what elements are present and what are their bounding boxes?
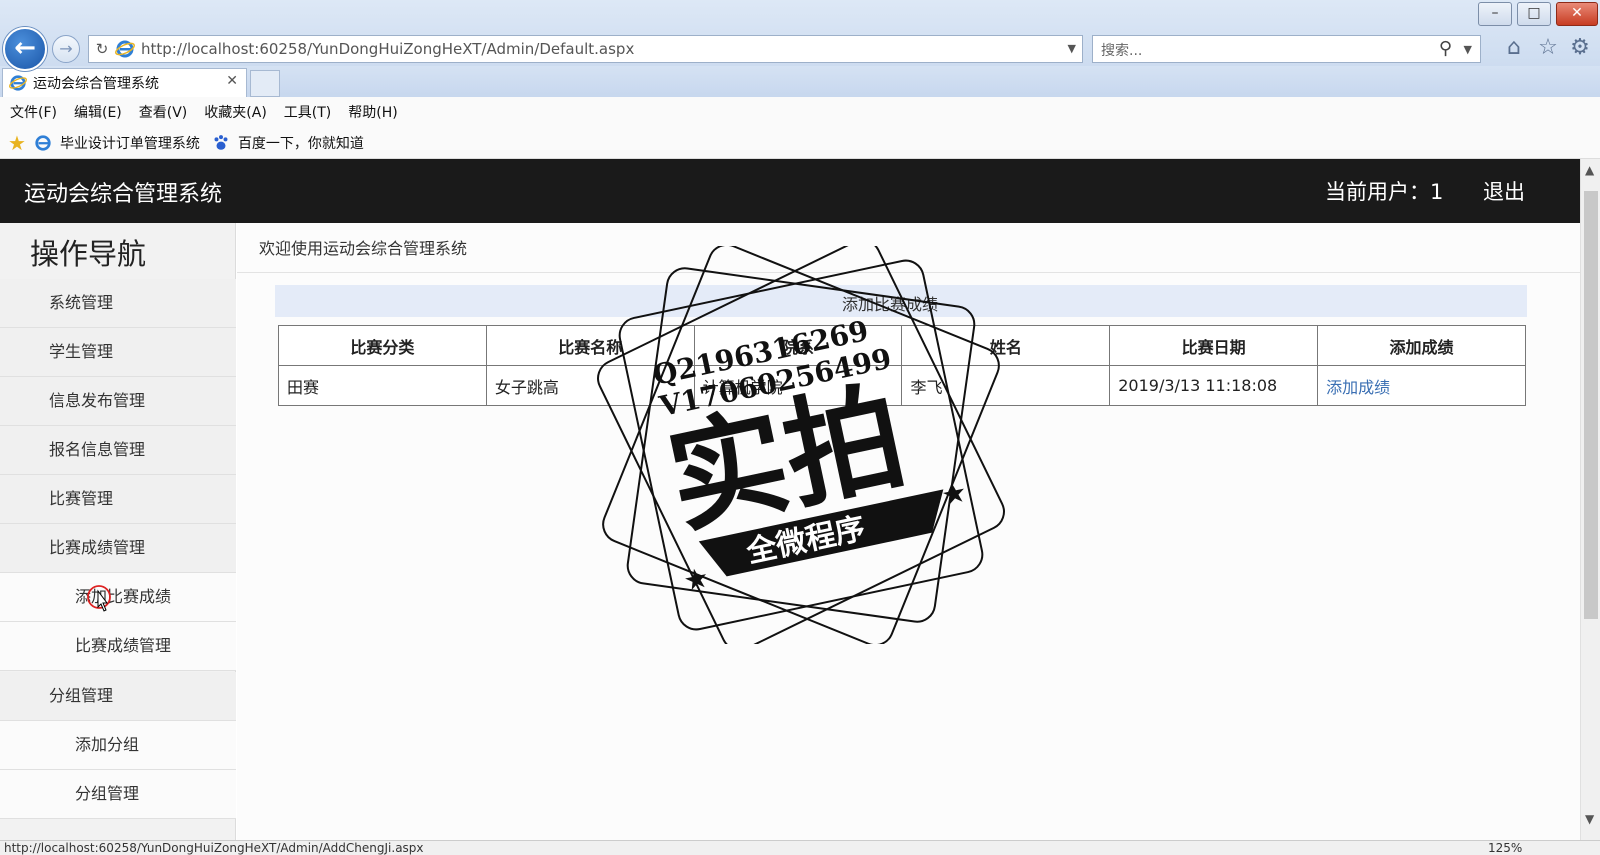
cell-add-score: 添加成绩: [1317, 365, 1526, 406]
favorite-link-1-label: 毕业设计订单管理系统: [59, 135, 200, 152]
site-title: 运动会综合管理系统: [24, 182, 223, 207]
search-icon[interactable]: ⚲: [1439, 38, 1452, 59]
sidebar-item-add-group[interactable]: 添加分组: [0, 721, 236, 770]
sidebar-item-score-management[interactable]: 比赛成绩管理: [0, 622, 236, 671]
menu-help[interactable]: 帮助(H): [348, 102, 397, 122]
main-content: 欢迎使用运动会综合管理系统 添加比赛成绩 比赛分类 比赛名称 院系 姓名 比赛日…: [237, 223, 1580, 840]
forward-icon: →: [59, 39, 73, 58]
page-scrollbar[interactable]: ▲ ▼: [1580, 159, 1600, 840]
scroll-down-icon[interactable]: ▼: [1585, 812, 1594, 826]
zoom-level[interactable]: 125%: [1488, 841, 1522, 855]
current-user: 当前用户：1: [1325, 180, 1444, 204]
close-tab-icon[interactable]: ✕: [226, 73, 238, 89]
address-bar[interactable]: ↻ http://localhost:60258/YunDongHuiZongH…: [88, 35, 1083, 63]
cell-department: 计算机学院: [693, 365, 903, 406]
add-score-link[interactable]: 添加成绩: [1326, 378, 1390, 397]
maximize-button[interactable]: □: [1517, 2, 1551, 26]
new-tab-button[interactable]: [250, 70, 280, 97]
sidebar: 操作导航 系统管理 学生管理 信息发布管理 报名信息管理 比赛管理 比赛成绩管理…: [0, 223, 236, 840]
logout-link[interactable]: 退出: [1483, 176, 1525, 206]
table-row: 田赛 女子跳高 计算机学院 李飞 2019/3/13 11:18:08 添加成绩: [278, 365, 1526, 406]
sidebar-item-system[interactable]: 系统管理: [0, 279, 236, 328]
address-url[interactable]: http://localhost:60258/YunDongHuiZongHeX…: [141, 40, 634, 58]
tab-strip: 运动会综合管理系统 ✕: [0, 66, 1600, 97]
favorite-link-2[interactable]: 百度一下，你就知道: [212, 133, 364, 153]
gear-icon[interactable]: ⚙: [1566, 34, 1594, 62]
divider: [237, 272, 1580, 273]
ie-tab-icon: [9, 75, 27, 91]
cell-date: 2019/3/13 11:18:08: [1109, 365, 1319, 406]
page-viewport: 运动会综合管理系统 当前用户：1 退出 操作导航 系统管理 学生管理 信息发布管…: [0, 159, 1580, 840]
welcome-text: 欢迎使用运动会综合管理系统: [259, 239, 468, 258]
minimize-button[interactable]: –: [1478, 2, 1512, 26]
cell-competition-name: 女子跳高: [485, 365, 695, 406]
site-header: 运动会综合管理系统 当前用户：1 退出: [0, 159, 1580, 223]
tab-title: 运动会综合管理系统: [33, 76, 159, 92]
sidebar-item-students[interactable]: 学生管理: [0, 328, 236, 377]
status-url: http://localhost:60258/YunDongHuiZongHeX…: [4, 841, 424, 855]
forward-button[interactable]: →: [52, 35, 80, 63]
col-add-score: 添加成绩: [1317, 325, 1526, 366]
sidebar-item-news[interactable]: 信息发布管理: [0, 377, 236, 426]
search-box[interactable]: 搜索... ⚲ ▼: [1092, 35, 1481, 63]
favorites-add-icon[interactable]: ★: [8, 131, 26, 155]
sidebar-item-groups[interactable]: 分组管理: [0, 672, 236, 721]
menu-view[interactable]: 查看(V): [139, 102, 188, 122]
sidebar-item-competitions[interactable]: 比赛管理: [0, 475, 236, 524]
cell-category: 田赛: [278, 365, 487, 406]
status-bar: http://localhost:60258/YunDongHuiZongHeX…: [0, 840, 1600, 855]
ie-fav-icon: [35, 134, 51, 151]
sidebar-item-add-score[interactable]: 添加比赛成绩: [0, 573, 236, 622]
favorite-link-1[interactable]: 毕业设计订单管理系统: [34, 133, 200, 153]
scroll-thumb[interactable]: [1584, 191, 1598, 619]
panel-title: 添加比赛成绩: [842, 295, 939, 314]
col-date: 比赛日期: [1109, 325, 1319, 366]
menu-bar: 文件(F) 编辑(E) 查看(V) 收藏夹(A) 工具(T) 帮助(H): [0, 97, 1600, 127]
home-icon[interactable]: ⌂: [1500, 34, 1528, 62]
favorite-link-2-label: 百度一下，你就知道: [237, 135, 364, 152]
sidebar-title: 操作导航: [30, 237, 147, 271]
cell-name: 李飞: [901, 365, 1111, 406]
search-dropdown-icon[interactable]: ▼: [1464, 43, 1472, 56]
score-table: 比赛分类 比赛名称 院系 姓名 比赛日期 添加成绩 田赛 女子跳高 计算机学院 …: [278, 325, 1526, 406]
favorites-bar: ★ 毕业设计订单管理系统 百度一下，你就知道: [0, 127, 1600, 159]
col-department: 院系: [693, 325, 903, 366]
scroll-up-icon[interactable]: ▲: [1585, 163, 1594, 177]
menu-favorites[interactable]: 收藏夹(A): [204, 102, 267, 122]
address-dropdown-icon[interactable]: ▼: [1068, 42, 1076, 55]
col-name: 姓名: [901, 325, 1111, 366]
panel-header: 添加比赛成绩: [275, 285, 1527, 317]
cursor-icon: [87, 585, 111, 612]
ie-icon: [115, 40, 135, 58]
table-header-row: 比赛分类 比赛名称 院系 姓名 比赛日期 添加成绩: [278, 325, 1526, 366]
browser-tab[interactable]: 运动会综合管理系统 ✕: [2, 68, 247, 97]
sidebar-item-group-management[interactable]: 分组管理: [0, 770, 236, 819]
sidebar-item-registration[interactable]: 报名信息管理: [0, 426, 236, 475]
col-competition-name: 比赛名称: [485, 325, 695, 366]
sidebar-item-scores[interactable]: 比赛成绩管理: [0, 524, 236, 573]
menu-tools[interactable]: 工具(T): [284, 102, 331, 122]
col-category: 比赛分类: [278, 325, 487, 366]
search-placeholder: 搜索...: [1101, 43, 1143, 59]
menu-file[interactable]: 文件(F): [10, 102, 57, 122]
menu-edit[interactable]: 编辑(E): [74, 102, 122, 122]
favorites-star-icon[interactable]: ☆: [1534, 34, 1562, 62]
back-icon: ←: [14, 33, 36, 63]
back-button[interactable]: ←: [3, 27, 47, 71]
baidu-paw-icon: [214, 134, 228, 150]
refresh-icon[interactable]: ↻: [91, 40, 113, 58]
close-window-button[interactable]: ✕: [1556, 2, 1598, 26]
